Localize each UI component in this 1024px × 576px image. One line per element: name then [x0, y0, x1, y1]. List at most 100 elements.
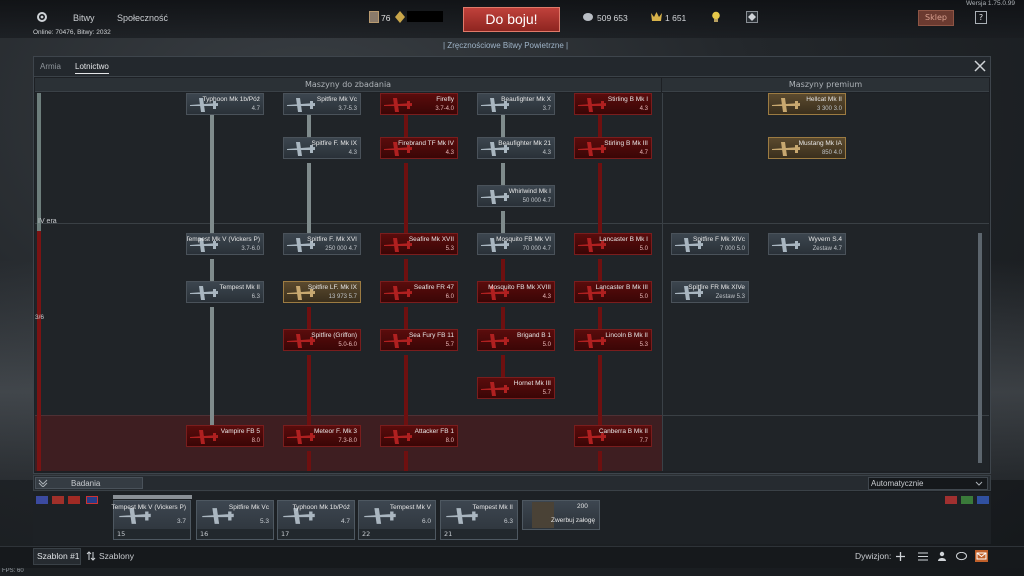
nation-flag-germany[interactable] — [52, 496, 64, 504]
tree-node[interactable]: Spitfire LF. Mk IX 13 973 5.7 — [283, 281, 361, 303]
battle-rating: 3.7 — [542, 106, 551, 112]
tab-lotnictwo[interactable]: Lotnictwo — [75, 62, 109, 74]
tree-node[interactable]: Meteor F. Mk 3 7.3-8.0 — [283, 425, 361, 447]
crew-portrait — [532, 502, 554, 528]
tree-node[interactable]: Mustang Mk IA 850 4.0 — [768, 137, 846, 159]
notifications-icon[interactable] — [746, 11, 758, 23]
tree-node[interactable]: Stirling B Mk III 4.7 — [574, 137, 652, 159]
aircraft-name: Spitfire F. Mk IX — [311, 140, 357, 147]
tree-node[interactable]: Canberra B Mk II 7.7 — [574, 425, 652, 447]
tab-armia[interactable]: Armia — [40, 62, 61, 71]
aircraft-name: Tempest Mk II — [219, 284, 260, 291]
tree-node[interactable]: Spitfire F. Mk IX 4.3 — [283, 137, 361, 159]
nation-flag-britain[interactable] — [86, 496, 98, 504]
close-icon[interactable] — [974, 60, 986, 72]
tree-node[interactable]: Lincoln B Mk II 5.3 — [574, 329, 652, 351]
chat-icon[interactable] — [956, 551, 967, 561]
battle-rating: Zestaw 4.7 — [812, 246, 842, 252]
crew-slot[interactable]: Typhoon Mk 1b/Póź 4.7 17 — [277, 500, 355, 540]
crew-aircraft-name: Tempest Mk V (Vickers P) — [111, 504, 186, 511]
shop-button[interactable]: Sklep — [918, 10, 954, 26]
aircraft-name: Spitfire Mk Vc — [316, 96, 357, 103]
nation-flag-ussr[interactable] — [68, 496, 80, 504]
tree-node[interactable]: Stirling B Mk I 4.3 — [574, 93, 652, 115]
tree-connector — [404, 163, 408, 235]
tree-node[interactable]: Hornet Mk III 5.7 — [477, 377, 555, 399]
nav-spolecznosc[interactable]: Społeczność — [117, 13, 168, 23]
battle-rating: 5.0-6.0 — [338, 342, 357, 348]
nation-flag-france[interactable] — [977, 496, 989, 504]
crew-battle-rating: 6.3 — [503, 518, 513, 525]
tree-node[interactable]: Mosquito FB Mk XVIII 4.3 — [477, 281, 555, 303]
list-icon[interactable] — [918, 552, 928, 561]
tree-node[interactable]: Seafire Mk XVII 5.3 — [380, 233, 458, 255]
battle-rating: 3.7-6.0 — [241, 246, 260, 252]
nation-flag-japan[interactable] — [945, 496, 957, 504]
tree-node[interactable]: Vampire FB 5 8.0 — [186, 425, 264, 447]
section-research-header: Maszyny do zbadania — [35, 78, 661, 92]
tree-connector — [404, 355, 408, 427]
tree-node[interactable]: Hellcat Mk II 3 300 3.0 — [768, 93, 846, 115]
tree-connector — [598, 355, 602, 427]
tree-connector — [307, 307, 311, 331]
tree-scrollbar[interactable] — [978, 233, 982, 463]
crew-battle-rating: 4.7 — [340, 518, 350, 525]
lightbulb-icon[interactable] — [711, 11, 721, 23]
crew-slot[interactable]: Spitfire Mk Vc 5.3 16 — [196, 500, 274, 540]
tree-connector — [501, 259, 505, 283]
tree-node[interactable]: Tempest Mk V (Vickers P) 3.7-6.0 — [186, 233, 264, 255]
help-button[interactable]: ? — [975, 11, 987, 24]
tree-node[interactable]: Wyvern S.4 Zestaw 4.7 — [768, 233, 846, 255]
settings-gear-icon[interactable] — [36, 11, 48, 23]
aircraft-silhouette-icon — [189, 285, 219, 301]
tree-node[interactable]: Spitfire Mk Vc 3.7-5.3 — [283, 93, 361, 115]
tree-node[interactable]: Tempest Mk II 6.3 — [186, 281, 264, 303]
game-mode-selector[interactable]: | Zręcznościowe Bitwy Powietrzne | — [443, 41, 568, 50]
tree-node[interactable]: Firefly 3.7-4.0 — [380, 93, 458, 115]
battle-rating: 850 4.0 — [821, 150, 842, 156]
tree-node[interactable]: Firebrand TF Mk IV 4.3 — [380, 137, 458, 159]
aircraft-name: Mosquito FB Mk VI — [496, 236, 551, 243]
tree-connector — [598, 259, 602, 283]
tree-node[interactable]: Lancaster B Mk I 5.0 — [574, 233, 652, 255]
presets-button[interactable]: Szablony — [99, 551, 134, 561]
selected-slot-marker — [113, 495, 192, 499]
tree-node[interactable]: Whirlwind Mk I 50 000 4.7 — [477, 185, 555, 207]
tree-node[interactable]: Spitfire FR Mk XIVe Zestaw 5.3 — [671, 281, 749, 303]
tree-node[interactable]: Spitfire F Mk XIVc 7 000 5.0 — [671, 233, 749, 255]
battle-rating: 4.3 — [639, 106, 648, 112]
add-icon[interactable] — [896, 552, 905, 561]
avatar[interactable] — [369, 11, 379, 23]
crew-aircraft-name: Tempest Mk V — [389, 504, 431, 511]
aircraft-name: Beaufighter Mk 21 — [498, 140, 551, 147]
tree-node[interactable]: Sea Fury FB 11 5.7 — [380, 329, 458, 351]
battle-rating: 5.0 — [639, 246, 648, 252]
research-label: Badania — [71, 479, 101, 488]
crew-slot[interactable]: Tempest Mk V (Vickers P) 3.7 15 — [111, 500, 191, 540]
tree-node[interactable]: Typhoon Mk 1b/Póź 4.7 — [186, 93, 264, 115]
nation-flag-italy[interactable] — [961, 496, 973, 504]
era-label: IV era — [38, 218, 57, 225]
tree-node[interactable]: Seafire FR 47 6.0 — [380, 281, 458, 303]
tree-node[interactable]: Brigand B 1 5.0 — [477, 329, 555, 351]
tree-node[interactable]: Beaufighter Mk 21 4.3 — [477, 137, 555, 159]
battle-rating: 7.7 — [639, 438, 648, 444]
tree-connector — [210, 259, 214, 283]
nation-flag-usa[interactable] — [36, 496, 48, 504]
tree-node[interactable]: Attacker FB 1 8.0 — [380, 425, 458, 447]
tree-node[interactable]: Beaufighter Mk X 3.7 — [477, 93, 555, 115]
tree-node[interactable]: Spitfire (Griffon) 5.0-6.0 — [283, 329, 361, 351]
friends-icon[interactable] — [937, 551, 947, 561]
crew-number: 17 — [278, 529, 354, 539]
tree-connector — [404, 451, 408, 471]
tree-connector — [598, 115, 602, 139]
battle-button[interactable]: Do boju! — [463, 7, 560, 32]
crew-slot[interactable]: Tempest Mk V 6.0 22 — [358, 500, 436, 540]
tree-node[interactable]: Lancaster B Mk III 5.0 — [574, 281, 652, 303]
mail-icon[interactable] — [975, 550, 988, 562]
tree-node[interactable]: Spitfire F. Mk XVI 250 000 4.7 — [283, 233, 361, 255]
tree-node[interactable]: Mosquito FB Mk VI 70 000 4.7 — [477, 233, 555, 255]
crew-slot[interactable]: Tempest Mk II 6.3 21 — [440, 500, 518, 540]
nav-bitwy[interactable]: Bitwy — [73, 13, 95, 23]
aircraft-silhouette-icon — [383, 285, 413, 301]
